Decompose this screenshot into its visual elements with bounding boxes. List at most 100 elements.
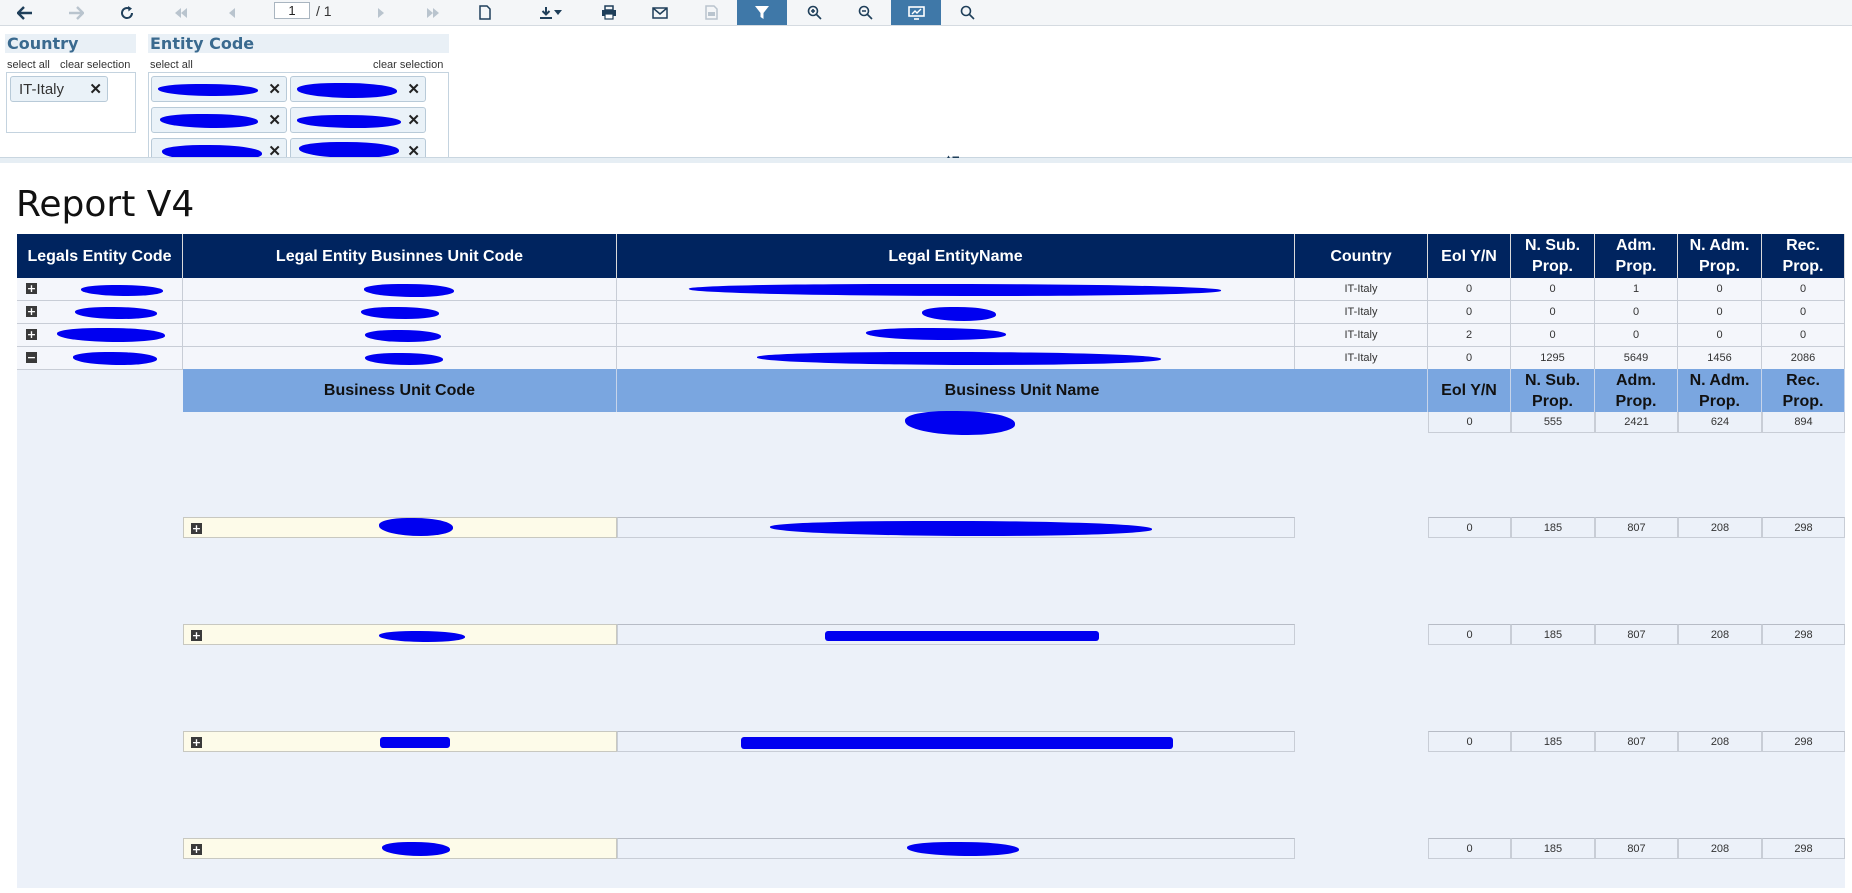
expand-icon[interactable]: + [26, 329, 37, 340]
subcol-nsub-line1: N. Sub. [1524, 371, 1581, 389]
subcol-adm[interactable]: Adm. Prop. [1595, 369, 1678, 412]
col-nadm-line2: Prop. [1699, 258, 1740, 275]
zoom-out-icon[interactable] [846, 0, 884, 25]
country-filter-title: Country [5, 34, 136, 53]
entity-chip: ✕ [151, 107, 287, 133]
subcol-bu-code[interactable]: Business Unit Code [183, 369, 617, 412]
subcol-rec[interactable]: Rec. Prop. [1762, 369, 1845, 412]
subcol-adm-line1: Adm. [1616, 371, 1656, 389]
close-icon[interactable]: ✕ [268, 142, 281, 157]
presentation-icon[interactable] [891, 0, 941, 25]
table-cell: 0 [1762, 324, 1845, 347]
table-cell: 0 [1595, 324, 1678, 347]
redaction-mark [689, 284, 1221, 296]
col-rec[interactable]: Rec. Prop. [1762, 234, 1845, 278]
expand-icon[interactable]: + [26, 283, 37, 294]
table-cell: 0 [1428, 624, 1511, 645]
entity-selection-box: ✕ ✕ ✕ ✕ ✕ ✕ [148, 72, 449, 158]
table-cell: 555 [1511, 412, 1595, 433]
expand-icon[interactable]: + [191, 630, 202, 641]
collapse-icon[interactable]: − [26, 352, 37, 363]
close-icon[interactable]: ✕ [407, 111, 420, 129]
search-icon[interactable] [948, 0, 986, 25]
col-nadm[interactable]: N. Adm. Prop. [1678, 234, 1762, 278]
table-cell: 185 [1511, 517, 1595, 538]
table-cell: 185 [1511, 624, 1595, 645]
table-cell: 1295 [1511, 347, 1595, 370]
expand-icon[interactable]: + [26, 306, 37, 317]
redaction-mark [73, 352, 157, 365]
table-cell [183, 324, 617, 347]
close-icon[interactable]: ✕ [268, 111, 281, 129]
table-cell: 0 [1678, 301, 1762, 324]
entity-select-all[interactable]: select all [150, 59, 193, 71]
subcol-bu-name[interactable]: Business Unit Name [617, 369, 1428, 412]
table-cell: 0 [1678, 324, 1762, 347]
col-nadm-line1: N. Adm. [1689, 237, 1750, 254]
table-cell [617, 278, 1295, 301]
subcol-eol[interactable]: Eol Y/N [1428, 369, 1511, 412]
filter-icon[interactable] [737, 0, 787, 25]
subcol-rec-line2: Prop. [1782, 392, 1824, 410]
subcol-nsub[interactable]: N. Sub. Prop. [1511, 369, 1595, 412]
col-adm[interactable]: Adm. Prop. [1595, 234, 1678, 278]
close-icon[interactable]: ✕ [89, 80, 102, 98]
table-cell [617, 301, 1295, 324]
subcol-nadm[interactable]: N. Adm. Prop. [1678, 369, 1762, 412]
table-cell: 624 [1678, 412, 1762, 433]
table-cell: 208 [1678, 624, 1762, 645]
prev-page-icon[interactable] [213, 0, 251, 25]
redaction-mark [770, 521, 1152, 536]
document-icon[interactable] [466, 0, 504, 25]
table-cell: 1456 [1678, 347, 1762, 370]
redaction-mark [365, 330, 441, 342]
refresh-icon[interactable] [108, 0, 146, 25]
table-cell: 0 [1428, 838, 1511, 859]
zoom-in-icon[interactable] [795, 0, 833, 25]
last-page-icon[interactable] [414, 0, 452, 25]
col-country[interactable]: Country [1295, 234, 1428, 278]
entity-chip: ✕ [290, 107, 426, 133]
expand-icon[interactable]: + [191, 523, 202, 534]
country-clear-selection[interactable]: clear selection [60, 59, 130, 71]
table-cell: 0 [1762, 278, 1845, 301]
panel-splitter[interactable] [0, 157, 1852, 163]
table-cell [183, 301, 617, 324]
redaction-mark [160, 114, 258, 128]
table-cell: 0 [1428, 278, 1511, 301]
col-entity-name[interactable]: Legal EntityName [617, 234, 1295, 278]
table-cell: 807 [1595, 517, 1678, 538]
entity-clear-selection[interactable]: clear selection [373, 59, 443, 71]
col-rec-line2: Prop. [1782, 258, 1824, 275]
col-bu-code[interactable]: Legal Entity Businnes Unit Code [183, 234, 617, 278]
next-page-icon[interactable] [362, 0, 400, 25]
table-cell: 298 [1762, 517, 1845, 538]
country-select-all[interactable]: select all [7, 59, 50, 71]
first-page-icon[interactable] [162, 0, 200, 25]
report-title: Report V4 [16, 184, 195, 225]
col-eol[interactable]: Eol Y/N [1428, 234, 1511, 278]
redaction-mark [158, 84, 258, 96]
table-cell: 185 [1511, 838, 1595, 859]
splitter-grip-icon[interactable] [940, 155, 966, 159]
redaction-mark [379, 631, 465, 642]
page-number-input[interactable] [274, 2, 310, 19]
save-icon[interactable] [692, 0, 730, 25]
chevron-down-icon[interactable] [550, 0, 566, 25]
forward-icon[interactable] [57, 0, 95, 25]
back-icon[interactable] [6, 0, 44, 25]
table-cell: 894 [1762, 412, 1845, 433]
col-entity-code[interactable]: Legals Entity Code [17, 234, 183, 278]
table-cell: 0 [1428, 517, 1511, 538]
email-icon[interactable] [641, 0, 679, 25]
col-nsub[interactable]: N. Sub. Prop. [1511, 234, 1595, 278]
expand-icon[interactable]: + [191, 844, 202, 855]
close-icon[interactable]: ✕ [407, 80, 420, 98]
print-icon[interactable] [590, 0, 628, 25]
close-icon[interactable]: ✕ [268, 80, 281, 98]
redaction-mark [866, 328, 1006, 340]
expand-icon[interactable]: + [191, 737, 202, 748]
filter-panel: Country select all clear selection IT-It… [0, 26, 1852, 159]
redaction-mark [299, 142, 399, 157]
close-icon[interactable]: ✕ [407, 142, 420, 157]
